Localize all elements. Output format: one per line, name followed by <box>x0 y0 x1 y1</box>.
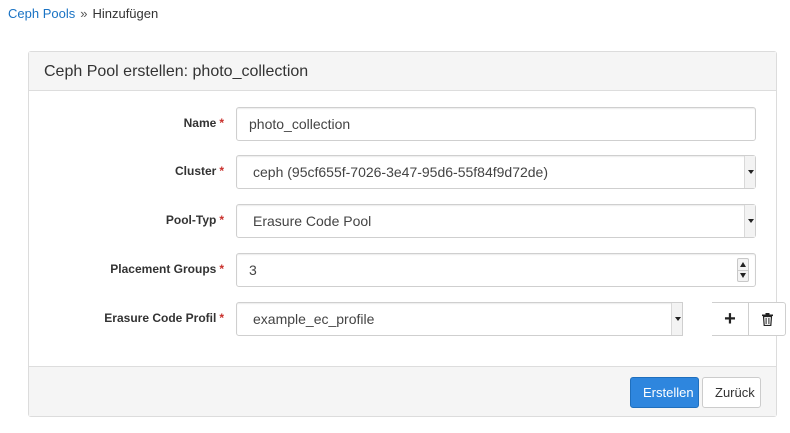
required-marker: * <box>219 164 224 178</box>
placement-groups-row: Placement Groups * 3 <box>29 253 776 287</box>
name-input[interactable]: photo_collection <box>236 107 756 141</box>
chevron-down-icon[interactable] <box>744 156 755 188</box>
create-pool-panel: Ceph Pool erstellen: photo_collection Na… <box>28 51 786 417</box>
name-label: Name * <box>183 116 224 130</box>
pool-type-select-value: Erasure Code Pool <box>253 213 372 229</box>
back-button[interactable]: Zurück <box>702 377 761 408</box>
erasure-code-profile-value: example_ec_profile <box>253 311 375 327</box>
add-profile-button[interactable]: + <box>712 302 749 336</box>
breadcrumb: Ceph Pools » Hinzufügen <box>8 6 158 22</box>
pool-type-row: Pool-Typ * Erasure Code Pool <box>29 204 776 238</box>
chevron-down-icon[interactable] <box>744 205 755 237</box>
spinner-divider <box>738 270 748 271</box>
cluster-select[interactable]: ceph (95cf655f-7026-3e47-95d6-55f84f9d72… <box>236 155 756 189</box>
erasure-code-profile-select[interactable]: example_ec_profile <box>236 302 683 336</box>
placement-groups-value: 3 <box>249 262 257 278</box>
spinner-down-icon[interactable] <box>740 273 746 278</box>
spinner-up-icon[interactable] <box>740 262 746 267</box>
cluster-label: Cluster * <box>174 164 224 178</box>
erasure-code-profile-row: Erasure Code Profil * example_ec_profile … <box>29 302 786 336</box>
required-marker: * <box>219 213 224 227</box>
required-marker: * <box>219 116 224 130</box>
required-marker: * <box>219 311 224 325</box>
erasure-code-profile-label: Erasure Code Profil * <box>104 311 224 325</box>
placement-groups-input[interactable]: 3 <box>236 253 756 287</box>
chevron-down-icon[interactable] <box>671 303 682 335</box>
delete-profile-button[interactable] <box>748 302 786 336</box>
name-input-value: photo_collection <box>249 116 351 132</box>
required-marker: * <box>219 262 224 276</box>
name-row: Name * photo_collection <box>29 107 776 141</box>
plus-icon: + <box>724 308 736 330</box>
create-button[interactable]: Erstellen <box>630 377 699 408</box>
placement-groups-label: Placement Groups * <box>110 262 224 276</box>
panel-title: Ceph Pool erstellen: photo_collection <box>29 52 776 91</box>
cluster-select-value: ceph (95cf655f-7026-3e47-95d6-55f84f9d72… <box>253 164 549 180</box>
cluster-row: Cluster * ceph (95cf655f-7026-3e47-95d6-5… <box>29 155 776 189</box>
pool-type-select[interactable]: Erasure Code Pool <box>236 204 756 238</box>
number-spinner[interactable] <box>737 258 749 282</box>
breadcrumb-current: Hinzufügen <box>92 6 159 21</box>
breadcrumb-ceph-pools-link[interactable]: Ceph Pools <box>8 6 75 21</box>
pool-type-label: Pool-Typ * <box>165 213 224 227</box>
breadcrumb-separator: » <box>80 6 88 21</box>
trash-icon <box>761 312 773 326</box>
